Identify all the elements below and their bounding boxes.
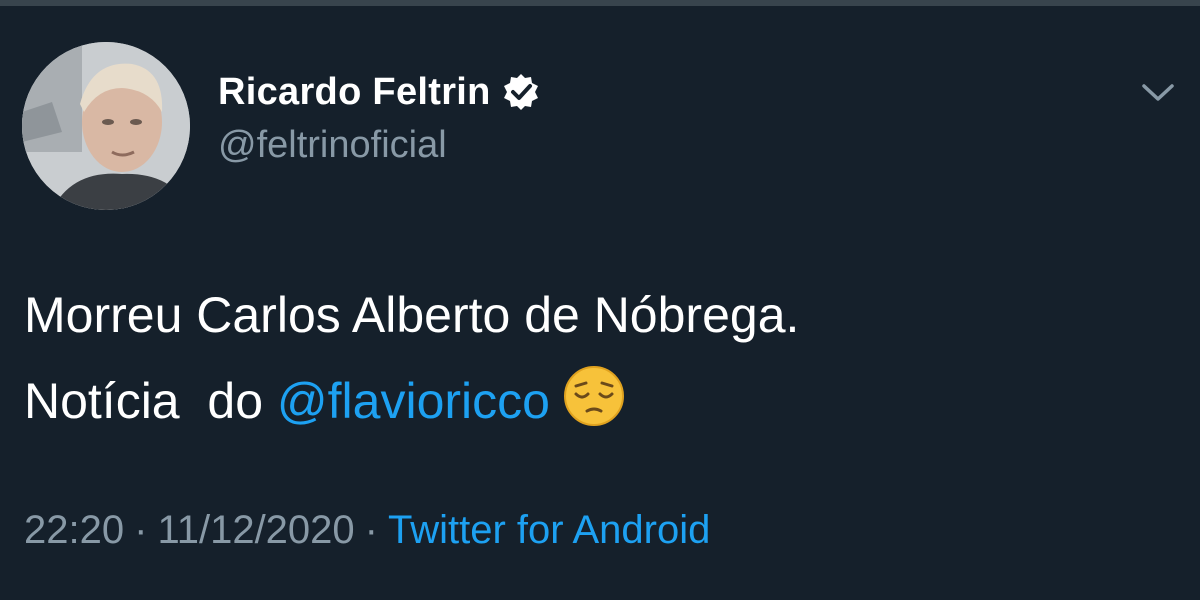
tweet-text-prefix: Notícia do [24, 373, 277, 429]
tweet-date[interactable]: 11/12/2020 [157, 508, 354, 552]
top-divider [0, 0, 1200, 6]
meta-separator: · [364, 508, 378, 552]
pensive-face-emoji-icon [563, 366, 624, 426]
verified-badge-icon [503, 74, 538, 110]
meta-separator: · [134, 508, 148, 552]
author-handle[interactable]: @feltrinoficial [218, 124, 447, 167]
tweet-text: Morreu Carlos Alberto de Nóbrega. Notíci… [24, 272, 799, 444]
tweet-menu-button[interactable] [1130, 72, 1186, 112]
author-row: Ricardo Feltrin [218, 66, 541, 118]
avatar-image [22, 42, 190, 210]
tweet-text-line-1: Morreu Carlos Alberto de Nóbrega. [24, 287, 800, 343]
tweet-source-link[interactable]: Twitter for Android [388, 508, 710, 552]
chevron-down-icon [1142, 84, 1174, 101]
avatar[interactable] [22, 42, 190, 210]
mention-link[interactable]: @flavioricco [277, 373, 550, 429]
tweet-text-line-2: Notícia do @flavioricco [24, 358, 799, 444]
tweet-meta: 22:20 · 11/12/2020 · Twitter for Android [24, 508, 710, 553]
author-display-name[interactable]: Ricardo Feltrin [218, 71, 491, 114]
tweet-time[interactable]: 22:20 [24, 508, 124, 552]
